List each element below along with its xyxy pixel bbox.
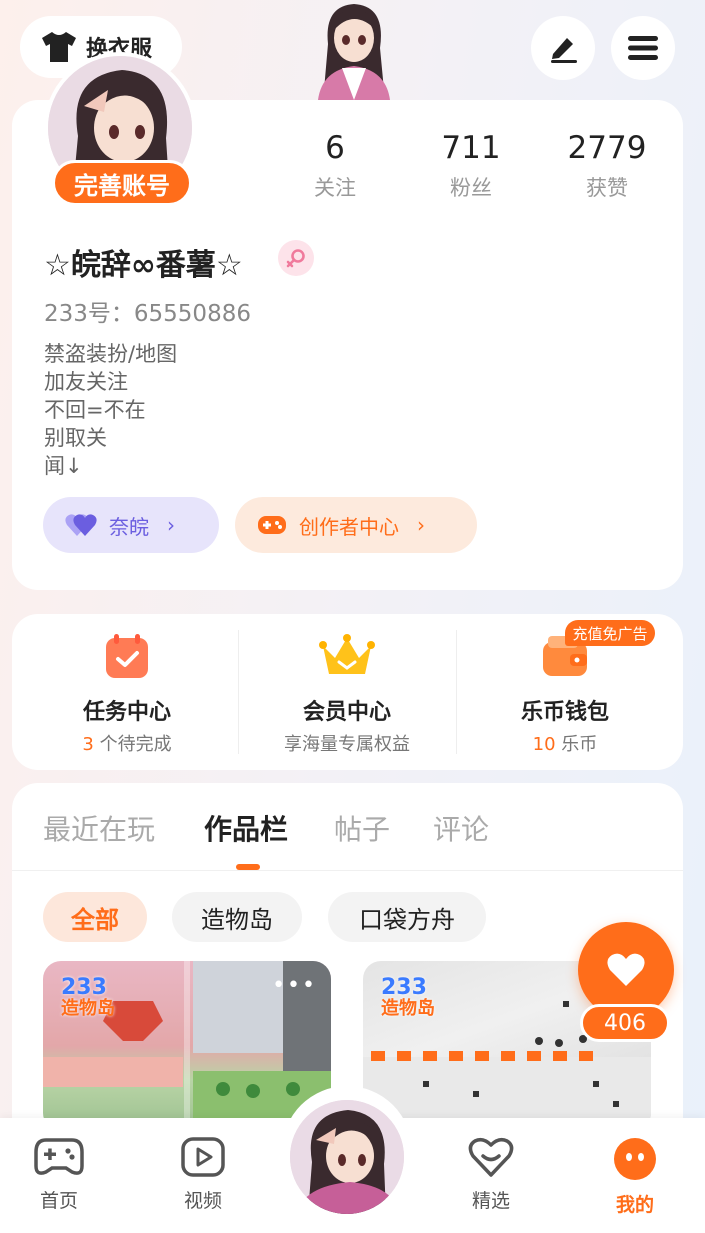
stat-likes-count: 2779 [567, 130, 647, 166]
task-center-sub: 个待完成 [93, 734, 172, 755]
coin-balance: 10 [532, 734, 556, 755]
task-center-subtitle: 3 个待完成 [18, 730, 236, 756]
nav-home[interactable]: 首页 [19, 1136, 99, 1213]
stat-followers[interactable]: 711 粉丝 [411, 130, 531, 202]
logo-text: 233 [61, 975, 107, 1000]
chevron-right-icon: › [167, 513, 175, 537]
partner-button[interactable]: 奈皖 › [43, 497, 219, 553]
stat-likes[interactable]: 2779 获赞 [547, 130, 667, 202]
coin-unit: 乐币 [555, 734, 598, 755]
tab-posts[interactable]: 帖子 [334, 808, 390, 848]
nav-me-label: 我的 [615, 1194, 654, 1216]
logo-text: 造物岛 [61, 998, 115, 1019]
more-options-icon[interactable]: ••• [272, 973, 317, 998]
pen-icon [551, 38, 577, 63]
play-video-icon [181, 1137, 225, 1177]
logo-text: 233 [381, 975, 427, 1000]
filter-chip-pocket-ark[interactable]: 口袋方舟 [328, 892, 486, 942]
nav-video-label: 视频 [183, 1190, 222, 1212]
stat-following-label: 关注 [314, 176, 356, 200]
face-icon [614, 1138, 656, 1180]
heart-check-icon [468, 1137, 514, 1177]
gamepad-icon [258, 516, 286, 534]
game-logo: 233 造物岛 [61, 977, 151, 1027]
tab-works[interactable]: 作品栏 [204, 808, 288, 848]
filter-chip-all[interactable]: 全部 [43, 892, 147, 942]
nav-video[interactable]: 视频 [163, 1136, 243, 1213]
nav-me[interactable]: 我的 [595, 1136, 675, 1217]
bio: 禁盗装扮/地图 加友关注 不回=不在 别取关 闻↓ [44, 340, 177, 480]
partner-label: 奈皖 [109, 514, 149, 539]
bio-line: 别取关 [44, 426, 107, 450]
stat-following-count: 6 [325, 130, 345, 166]
shirt-icon [42, 32, 76, 62]
task-center-count: 3 [82, 734, 94, 755]
bio-line: 禁盗装扮/地图 [44, 342, 178, 366]
coin-wallet-title: 乐币钱包 [520, 700, 609, 725]
tab-comments[interactable]: 评论 [433, 808, 489, 848]
filter-chip-creation-island[interactable]: 造物岛 [172, 892, 302, 942]
center-avatar-button[interactable] [290, 1100, 404, 1214]
like-count: 406 [580, 1004, 670, 1042]
calendar-check-icon [106, 634, 148, 678]
vip-center-subtitle: 享海量专属权益 [284, 734, 410, 755]
vip-center-title: 会员中心 [302, 700, 391, 725]
bio-line: 闻↓ [44, 454, 83, 478]
bio-line: 加友关注 [44, 370, 128, 394]
crown-icon [319, 634, 375, 674]
heart-icon [607, 953, 645, 986]
chevron-right-icon: › [417, 513, 425, 537]
female-gender-icon [278, 240, 314, 276]
menu-button[interactable] [611, 16, 675, 80]
stat-followers-count: 711 [441, 130, 501, 166]
ad-free-badge: 充值免广告 [565, 620, 655, 646]
work-card[interactable]: 233 造物岛 ••• [43, 961, 331, 1131]
character-avatar-top [314, 0, 394, 100]
nav-featured-label: 精选 [471, 1190, 510, 1212]
creator-center-button[interactable]: 创作者中心 › [235, 497, 477, 553]
divider [12, 870, 683, 871]
task-center-title: 任务中心 [82, 700, 171, 725]
tab-recent-played[interactable]: 最近在玩 [43, 808, 155, 848]
stat-likes-label: 获赞 [586, 176, 628, 200]
gamepad-icon [34, 1138, 84, 1175]
nav-home-label: 首页 [39, 1190, 78, 1212]
game-logo: 233 造物岛 [381, 977, 471, 1027]
menu-icon [628, 36, 658, 60]
nickname: ☆皖辞∞番薯☆ [44, 248, 243, 283]
logo-text: 造物岛 [381, 998, 435, 1019]
nav-featured[interactable]: 精选 [451, 1136, 531, 1213]
coin-wallet-subtitle: 10 乐币 [456, 730, 674, 756]
creator-center-label: 创作者中心 [299, 514, 399, 539]
stat-followers-label: 粉丝 [450, 176, 492, 200]
vip-center[interactable]: 会员中心 享海量专属权益 [238, 614, 456, 770]
complete-account-badge[interactable]: 完善账号 [52, 160, 192, 206]
task-center[interactable]: 任务中心 3 个待完成 [18, 614, 236, 770]
double-heart-icon [65, 514, 97, 536]
stat-following[interactable]: 6 关注 [275, 130, 395, 202]
edit-profile-button[interactable] [531, 16, 595, 80]
user-id: 233号：65550886 [44, 301, 251, 327]
bio-line: 不回=不在 [44, 398, 146, 422]
